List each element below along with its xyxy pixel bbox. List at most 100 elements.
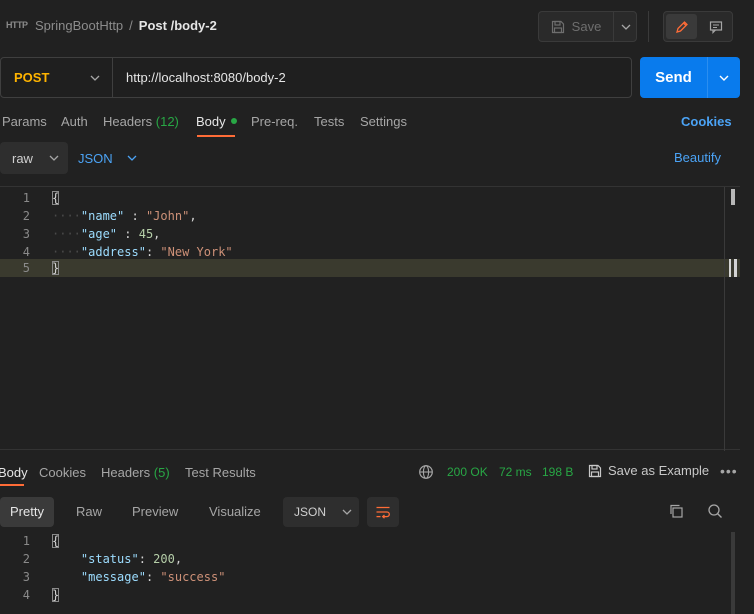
- view-pretty-button[interactable]: Pretty: [0, 497, 54, 527]
- tab-settings[interactable]: Settings: [360, 114, 407, 134]
- code-line-active: 5 }: [0, 259, 740, 277]
- top-bar: HTTP SpringBootHttp / Post /body-2 Save: [0, 0, 754, 52]
- response-tab-body[interactable]: Body: [0, 465, 28, 480]
- line-number: 2: [22, 552, 30, 566]
- code-key: "message": [80, 570, 146, 584]
- body-indicator-dot: [230, 118, 237, 124]
- tab-tests[interactable]: Tests: [314, 114, 344, 134]
- code-brace: {: [52, 191, 60, 205]
- code-line: 1 {: [0, 532, 740, 550]
- view-visualize-button[interactable]: Visualize: [199, 497, 271, 527]
- save-as-example-label: Save as Example: [608, 463, 710, 478]
- body-mode-select[interactable]: raw: [0, 142, 68, 174]
- code-line: 1 {: [0, 189, 740, 207]
- send-button[interactable]: Send: [640, 57, 707, 98]
- code-key: "name": [80, 209, 125, 223]
- code-separator: :: [138, 552, 154, 566]
- response-time[interactable]: 72 ms: [499, 465, 532, 479]
- save-icon: [588, 464, 602, 477]
- code-string: "success": [160, 570, 226, 584]
- line-number: 3: [22, 570, 30, 584]
- tab-headers-count: (12): [155, 114, 179, 129]
- beautify-button[interactable]: Beautify: [674, 150, 721, 165]
- code-brace: }: [52, 261, 60, 275]
- code-key: "status": [80, 552, 139, 566]
- tab-auth[interactable]: Auth: [61, 114, 88, 134]
- send-button-group: Send: [640, 57, 740, 98]
- response-tab-cookies[interactable]: Cookies: [39, 465, 86, 480]
- response-tab-headers[interactable]: Headers (5): [101, 465, 170, 480]
- line-number: 5: [22, 261, 30, 275]
- response-size[interactable]: 198 B: [542, 465, 573, 479]
- request-name[interactable]: Post /body-2: [139, 18, 217, 33]
- breadcrumb-collection[interactable]: SpringBootHttp: [35, 18, 123, 33]
- search-icon[interactable]: [707, 503, 723, 519]
- breadcrumb-separator: /: [129, 18, 133, 33]
- save-button[interactable]: Save: [539, 12, 613, 41]
- code-line: 2 ····"name" : "John",: [0, 207, 740, 225]
- code-separator: :: [117, 227, 139, 241]
- code-key: "age": [80, 227, 118, 241]
- response-format-select[interactable]: JSON: [283, 497, 359, 527]
- active-response-tab-indicator: [0, 484, 24, 486]
- code-number: 200: [153, 552, 175, 566]
- tab-prereq[interactable]: Pre-req.: [251, 114, 298, 134]
- code-comma: ,: [189, 209, 197, 223]
- view-mode-toggle: [663, 11, 733, 42]
- response-tab-test-results[interactable]: Test Results: [185, 465, 256, 480]
- code-comma: ,: [153, 227, 161, 241]
- response-scrollbar[interactable]: [731, 532, 735, 614]
- body-format-select[interactable]: JSON: [78, 142, 137, 174]
- tab-headers[interactable]: Headers (12): [103, 114, 179, 134]
- text-cursor: [729, 259, 737, 277]
- request-body-editor[interactable]: 1 { 2 ····"name" : "John", 3 ····"age" :…: [0, 186, 740, 451]
- globe-icon[interactable]: [418, 464, 434, 480]
- view-preview-button[interactable]: Preview: [122, 497, 188, 527]
- code-separator: :: [145, 570, 161, 584]
- response-tab-headers-count: (5): [153, 465, 170, 480]
- edit-mode-button[interactable]: [666, 14, 697, 39]
- code-separator: :: [145, 245, 161, 259]
- documentation-button[interactable]: [700, 14, 731, 39]
- code-line: 3 ····"age" : 45,: [0, 225, 740, 243]
- view-raw-button[interactable]: Raw: [66, 497, 112, 527]
- save-as-example-button[interactable]: Save as Example: [588, 463, 709, 478]
- tab-params[interactable]: Params: [2, 114, 47, 134]
- send-options-button[interactable]: [707, 57, 740, 98]
- code-line: 4 }: [0, 586, 740, 604]
- method-label: POST: [14, 70, 50, 85]
- code-line: 2 "status": 200,: [0, 550, 740, 568]
- active-tab-indicator: [197, 135, 235, 137]
- url-input[interactable]: http://localhost:8080/body-2: [126, 58, 286, 97]
- code-line: 3 "message": "success": [0, 568, 740, 586]
- more-options-icon[interactable]: •••: [720, 463, 738, 479]
- response-format-label: JSON: [294, 505, 327, 519]
- chevron-down-icon: [719, 75, 729, 81]
- chevron-down-icon: [90, 75, 100, 81]
- chevron-down-icon: [49, 155, 59, 161]
- line-number: 2: [22, 209, 30, 223]
- body-format-label: JSON: [78, 150, 113, 166]
- editor-scroll-track: [724, 187, 725, 451]
- cookies-link[interactable]: Cookies: [681, 114, 732, 129]
- code-number: 45: [138, 227, 154, 241]
- request-url-bar: POST http://localhost:8080/body-2: [0, 57, 632, 98]
- method-select[interactable]: POST: [1, 58, 113, 97]
- chevron-down-icon: [621, 24, 630, 30]
- response-status[interactable]: 200 OK: [447, 465, 488, 479]
- code-string: "New York": [160, 245, 233, 259]
- response-body-viewer[interactable]: 1 { 2 "status": 200, 3 "message": "succe…: [0, 532, 740, 614]
- editor-scrollbar[interactable]: [731, 189, 735, 205]
- line-number: 1: [22, 534, 30, 548]
- line-number: 4: [22, 588, 30, 602]
- code-brace: }: [52, 588, 60, 602]
- response-tab-headers-label: Headers: [101, 465, 151, 480]
- line-number: 1: [22, 191, 30, 205]
- chevron-down-icon: [342, 509, 352, 515]
- copy-icon[interactable]: [668, 503, 684, 519]
- wrap-lines-button[interactable]: [367, 497, 399, 527]
- breadcrumb: SpringBootHttp / Post /body-2: [35, 18, 217, 33]
- tab-body[interactable]: Body: [196, 114, 237, 134]
- code-string: "John": [145, 209, 190, 223]
- save-options-button[interactable]: [613, 12, 637, 41]
